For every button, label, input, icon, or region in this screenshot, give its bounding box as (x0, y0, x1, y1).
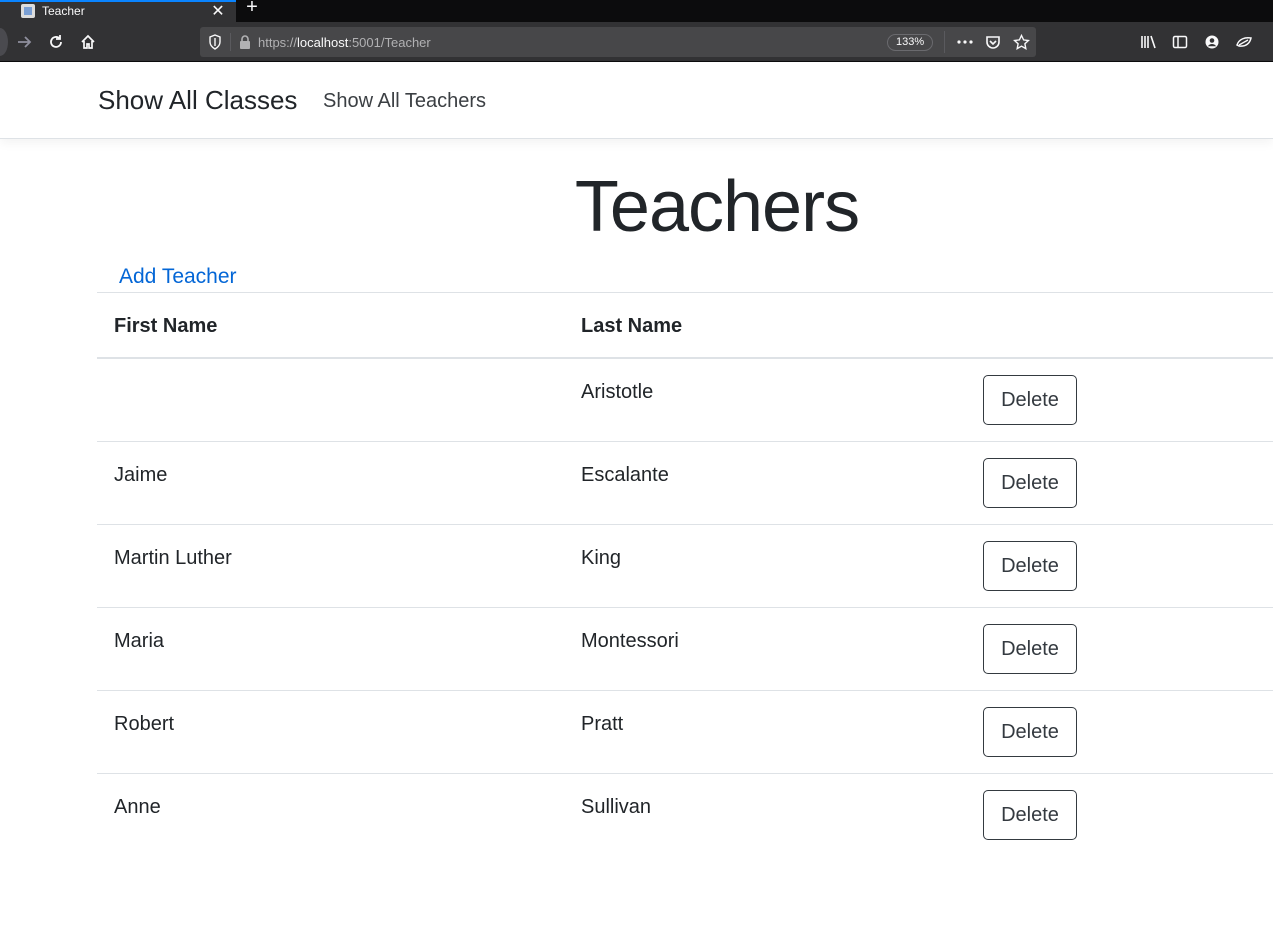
first-name-cell: Anne (114, 796, 161, 818)
shield-icon[interactable] (208, 34, 222, 50)
tab-title: Teacher (42, 4, 85, 18)
library-icon[interactable] (1138, 31, 1160, 53)
url-divider-2 (944, 31, 945, 53)
table-row: Jaime Escalante Delete (97, 442, 1273, 525)
delete-button[interactable]: Delete (983, 375, 1077, 425)
last-name-cell: Pratt (581, 713, 624, 735)
url-bar[interactable]: https://localhost:5001/Teacher 133% (200, 27, 1036, 57)
delete-button[interactable]: Delete (983, 624, 1077, 674)
table-row: Martin Luther King Delete (97, 525, 1273, 608)
table-row: Maria Montessori Delete (97, 608, 1273, 691)
first-name-cell: Jaime (114, 464, 168, 486)
site-navbar: Show All Classes Show All Teachers (0, 63, 1273, 139)
back-button[interactable] (0, 28, 8, 56)
table-row: Aristotle Delete (97, 359, 1273, 442)
pocket-icon[interactable] (983, 32, 1003, 52)
add-teacher-link[interactable]: Add Teacher (119, 265, 237, 289)
last-name-cell: Sullivan (581, 796, 652, 818)
browser-toolbar: https://localhost:5001/Teacher 133% (0, 22, 1273, 62)
table-row: Robert Pratt Delete (97, 691, 1273, 774)
delete-button[interactable]: Delete (983, 458, 1077, 508)
account-icon[interactable] (1201, 31, 1223, 53)
new-tab-icon[interactable]: + (242, 0, 262, 19)
last-name-cell: Aristotle (581, 381, 654, 403)
teachers-table: First Name Last Name Aristotle Delete Ja… (97, 292, 1273, 857)
url-text[interactable]: https://localhost:5001/Teacher (258, 35, 431, 50)
delete-button[interactable]: Delete (983, 541, 1077, 591)
home-icon[interactable] (76, 30, 100, 54)
lock-icon[interactable] (238, 34, 252, 50)
sidebar-icon[interactable] (1169, 31, 1191, 53)
show-all-teachers-link[interactable]: Show All Teachers (323, 90, 486, 113)
last-name-header: Last Name (581, 315, 683, 337)
table-row: Anne Sullivan Delete (97, 774, 1273, 857)
show-all-classes-link[interactable]: Show All Classes (98, 85, 297, 116)
page-favicon-icon (21, 4, 35, 18)
last-name-cell: Escalante (581, 464, 669, 486)
first-name-cell: Robert (114, 713, 175, 735)
zoom-level-badge[interactable]: 133% (887, 34, 934, 51)
first-name-header: First Name (114, 315, 218, 337)
forward-icon[interactable] (12, 30, 36, 54)
close-tab-icon[interactable]: ✕ (210, 1, 226, 21)
table-header: First Name Last Name (97, 292, 1273, 359)
url-divider (230, 33, 231, 51)
bookmark-star-icon[interactable] (1011, 32, 1031, 52)
delete-button[interactable]: Delete (983, 707, 1077, 757)
more-actions-icon[interactable] (955, 32, 975, 52)
tab-strip: Teacher ✕ + (0, 0, 1273, 22)
browser-tab[interactable]: Teacher ✕ (0, 0, 236, 22)
first-name-cell: Martin Luther (114, 547, 232, 569)
reload-icon[interactable] (44, 30, 68, 54)
extension-icon[interactable] (1233, 31, 1255, 53)
last-name-cell: King (581, 547, 622, 569)
last-name-cell: Montessori (581, 630, 679, 652)
page-title: Teachers (574, 167, 860, 247)
delete-button[interactable]: Delete (983, 790, 1077, 840)
first-name-cell: Maria (114, 630, 165, 652)
